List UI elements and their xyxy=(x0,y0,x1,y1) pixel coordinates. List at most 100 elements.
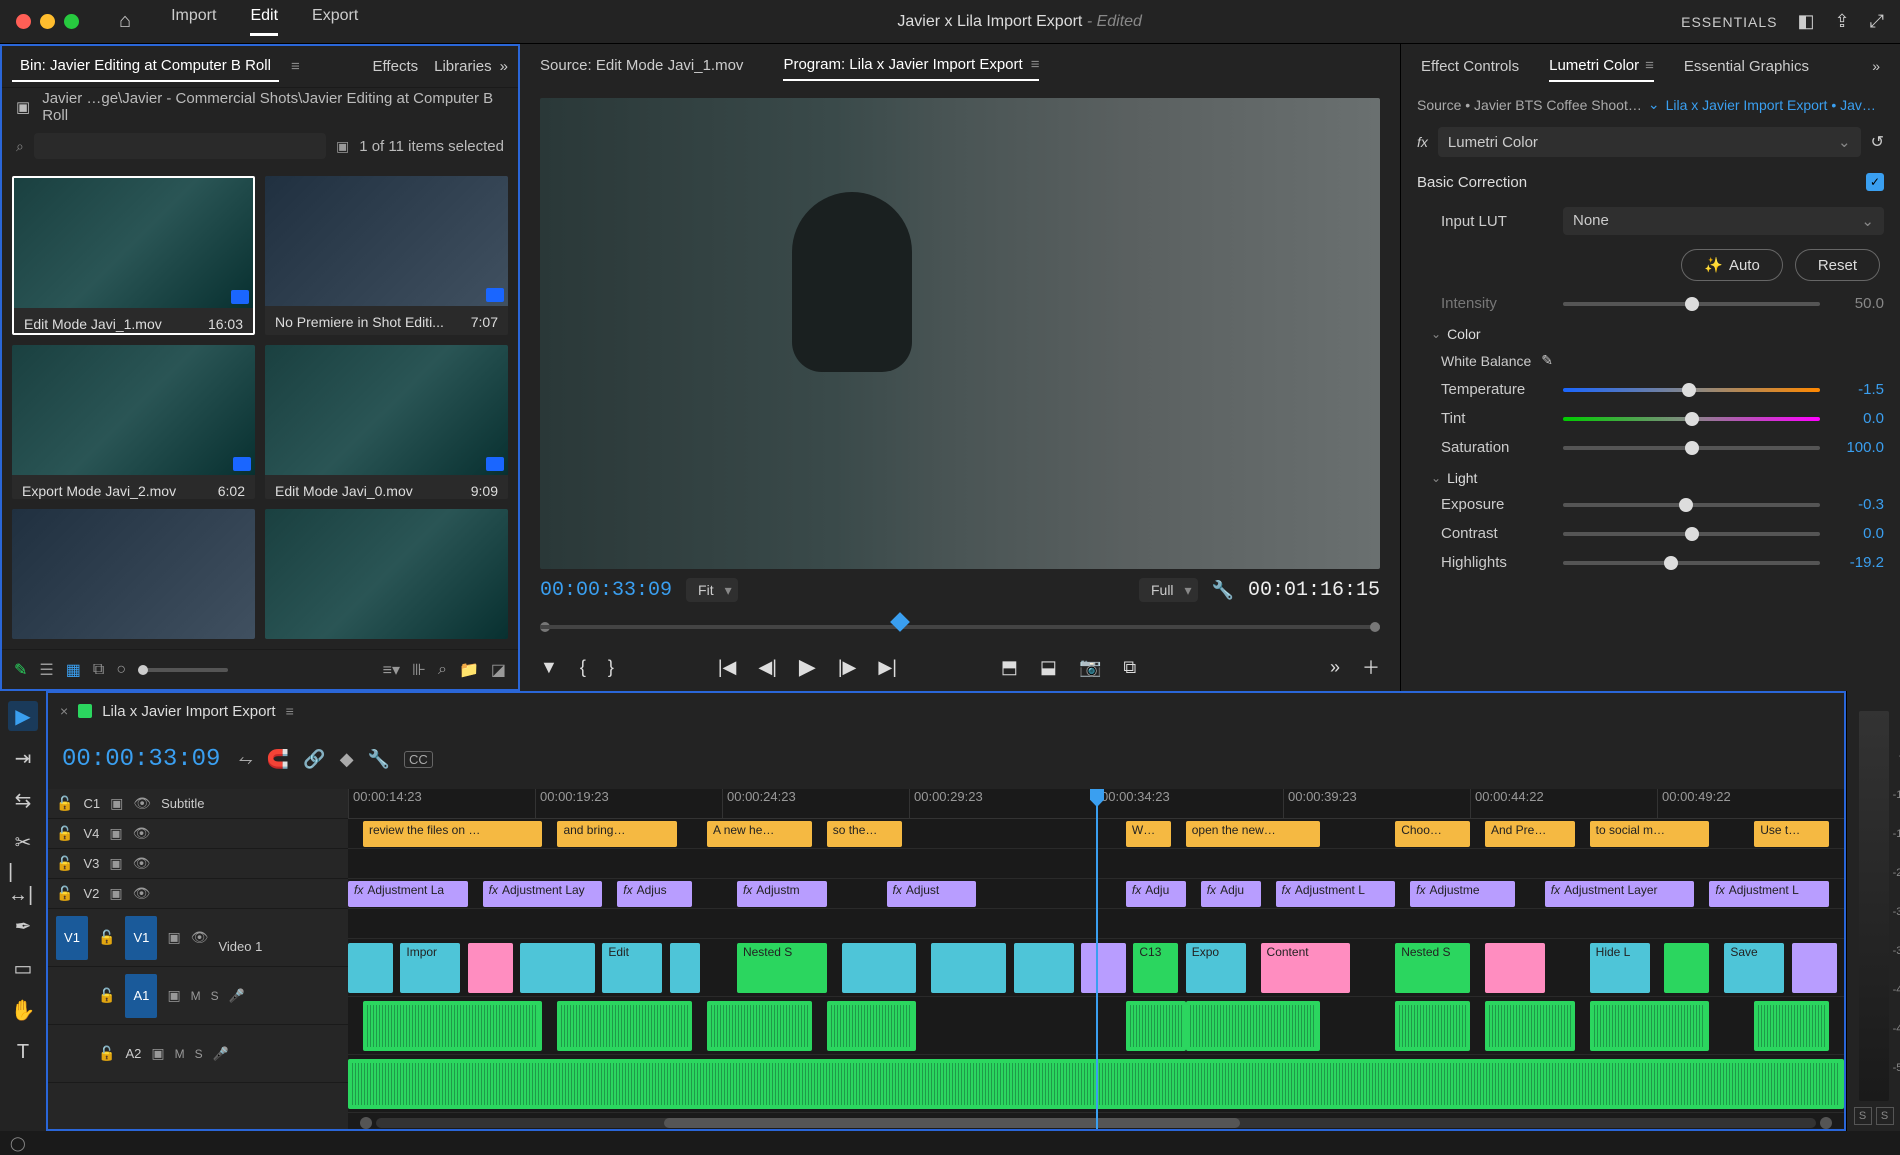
caption-clip[interactable]: and bring… xyxy=(557,821,677,847)
timeline-timecode[interactable]: 00:00:33:09 xyxy=(62,746,220,773)
track-target-v1[interactable]: V1 xyxy=(125,916,157,960)
solo-toggle[interactable]: S xyxy=(211,989,219,1003)
video-clip[interactable] xyxy=(520,943,595,993)
track-visibility-icon[interactable]: 👁 xyxy=(191,929,209,946)
video-clip[interactable]: Content xyxy=(1261,943,1351,993)
basic-correction-toggle[interactable]: ✓ xyxy=(1866,173,1884,191)
input-lut-dropdown[interactable]: None⌄ xyxy=(1563,207,1884,235)
bin-back-icon[interactable]: ▣ xyxy=(16,98,30,116)
voiceover-icon[interactable]: 🎤 xyxy=(213,1046,229,1062)
add-marker-icon[interactable]: ▼ xyxy=(540,657,558,678)
adjustment-clip[interactable]: fxAdjustment La xyxy=(348,881,468,907)
workspace-label[interactable]: ESSENTIALS xyxy=(1681,14,1777,30)
lock-icon[interactable]: 🔓 xyxy=(98,1045,115,1062)
saturation-slider[interactable] xyxy=(1563,446,1820,450)
source-monitor-tab[interactable]: Source: Edit Mode Javi_1.mov xyxy=(540,51,743,80)
video-clip[interactable] xyxy=(842,943,917,993)
ripple-edit-tool-icon[interactable]: ⇆ xyxy=(8,785,38,815)
adjustment-clip[interactable]: fxAdjustm xyxy=(737,881,827,907)
transport-overflow-icon[interactable]: » xyxy=(1330,657,1340,678)
audio-clip[interactable] xyxy=(1590,1001,1710,1051)
track-target-a1[interactable]: A1 xyxy=(125,974,157,1018)
meter-solo-left[interactable]: S xyxy=(1854,1107,1872,1125)
program-tab-menu-icon[interactable]: ≡ xyxy=(1031,56,1040,73)
tint-slider[interactable] xyxy=(1563,417,1820,421)
list-view-icon[interactable]: ☰ xyxy=(39,660,53,680)
audio-clip[interactable] xyxy=(827,1001,917,1051)
track-select-tool-icon[interactable]: ⇥ xyxy=(8,743,38,773)
tab-effect-controls[interactable]: Effect Controls xyxy=(1421,52,1519,81)
voiceover-icon[interactable]: 🎤 xyxy=(229,988,245,1004)
step-forward-icon[interactable]: |▶ xyxy=(838,657,857,678)
panel-tab-effects[interactable]: Effects xyxy=(365,52,427,81)
nested-clip[interactable]: Nested S xyxy=(1395,943,1470,993)
zoom-dropdown[interactable]: Full xyxy=(1139,578,1198,602)
sort-icon[interactable]: ≡▾ xyxy=(383,660,400,680)
caption-clip[interactable]: to social m… xyxy=(1590,821,1710,847)
nested-clip[interactable] xyxy=(1664,943,1709,993)
adjustment-clip[interactable]: fxAdju xyxy=(1201,881,1261,907)
lock-icon[interactable]: 🔓 xyxy=(56,825,73,842)
zoom-out-handle[interactable] xyxy=(360,1117,372,1129)
video-clip[interactable]: Impor xyxy=(400,943,460,993)
rectangle-tool-icon[interactable]: ▭ xyxy=(8,953,38,983)
adjustment-clip[interactable]: fxAdjus xyxy=(617,881,692,907)
lock-icon[interactable]: 🔓 xyxy=(98,987,115,1004)
mute-toggle[interactable]: M xyxy=(175,1047,185,1061)
lock-icon[interactable]: 🔓 xyxy=(56,855,73,872)
track-label-a2[interactable]: A2 xyxy=(125,1046,141,1061)
audio-meter-scale[interactable]: 0 -6 -12 -18 -24 -30 -36 -42 -48 -54 xyxy=(1859,711,1889,1101)
timeline-tab-menu-icon[interactable]: ≡ xyxy=(286,703,294,719)
linked-selection-icon[interactable]: 🔗 xyxy=(303,749,325,770)
marker-icon[interactable]: ◆ xyxy=(340,749,354,770)
adjustment-clip[interactable]: fxAdjust xyxy=(887,881,977,907)
close-window-dot[interactable] xyxy=(16,14,31,29)
timeline-playhead[interactable] xyxy=(1096,789,1098,1129)
type-tool-icon[interactable]: T xyxy=(8,1037,38,1067)
source-patch-v1[interactable]: V1 xyxy=(56,916,88,960)
project-search-input[interactable] xyxy=(34,133,326,159)
caption-clip[interactable]: And Pre… xyxy=(1485,821,1575,847)
workspace-tab-export[interactable]: Export xyxy=(312,7,358,36)
track-label-v3[interactable]: V3 xyxy=(83,856,99,871)
settings-wrench-icon[interactable]: 🔧 xyxy=(1212,580,1234,601)
tab-lumetri-color[interactable]: Lumetri Color≡ xyxy=(1549,51,1654,82)
new-item-icon[interactable]: ◪ xyxy=(491,660,506,680)
creative-cloud-icon[interactable]: ◯ xyxy=(10,1135,26,1152)
icon-view-icon[interactable]: ▦ xyxy=(66,660,81,680)
audio-clip[interactable] xyxy=(363,1001,543,1051)
nested-clip[interactable]: C13 xyxy=(1133,943,1178,993)
track-visibility-icon[interactable]: 👁 xyxy=(133,855,151,872)
adjustment-clip[interactable]: fxAdjustment L xyxy=(1709,881,1829,907)
maximize-window-dot[interactable] xyxy=(64,14,79,29)
sequence-name[interactable]: Lila x Javier Import Export xyxy=(102,703,275,720)
clip-thumbnail[interactable] xyxy=(265,509,508,639)
insert-mode-icon[interactable]: ⥊ xyxy=(238,749,252,770)
extract-icon[interactable]: ⬓ xyxy=(1040,657,1057,678)
adjustment-clip[interactable]: fxAdjustment Lay xyxy=(483,881,603,907)
home-icon[interactable]: ⌂ xyxy=(119,10,131,33)
clip-thumbnail[interactable]: Export Mode Javi_2.mov6:02 xyxy=(12,345,255,500)
captions-toggle-icon[interactable]: CC xyxy=(404,751,433,768)
fit-dropdown[interactable]: Fit xyxy=(686,578,738,602)
zoom-in-handle[interactable] xyxy=(1820,1117,1832,1129)
caption-clip[interactable]: open the new… xyxy=(1186,821,1321,847)
timeline-tracks-area[interactable]: 00:00:14:23 00:00:19:23 00:00:24:23 00:0… xyxy=(348,789,1844,1129)
go-to-in-icon[interactable]: |◀ xyxy=(718,657,737,678)
panel-tab-libraries[interactable]: Libraries xyxy=(426,52,500,81)
caption-clip[interactable]: so the… xyxy=(827,821,902,847)
reset-effect-icon[interactable]: ↺ xyxy=(1871,132,1884,152)
caption-clip[interactable]: Use t… xyxy=(1754,821,1829,847)
video-clip[interactable] xyxy=(468,943,513,993)
go-to-out-icon[interactable]: ▶| xyxy=(878,657,897,678)
adjustment-clip[interactable]: fxAdjustme xyxy=(1410,881,1515,907)
contrast-value[interactable]: 0.0 xyxy=(1832,525,1884,542)
highlights-value[interactable]: -19.2 xyxy=(1832,554,1884,571)
track-label-c1[interactable]: C1 xyxy=(83,796,100,811)
solo-toggle[interactable]: S xyxy=(195,1047,203,1061)
panel-tab-bin[interactable]: Bin: Javier Editing at Computer B Roll xyxy=(12,51,279,82)
clip-thumbnail[interactable]: No Premiere in Shot Editi...7:07 xyxy=(265,176,508,335)
exposure-slider[interactable] xyxy=(1563,503,1820,507)
button-editor-icon[interactable]: ＋ xyxy=(1362,654,1380,680)
mark-in-icon[interactable]: { xyxy=(580,657,586,678)
